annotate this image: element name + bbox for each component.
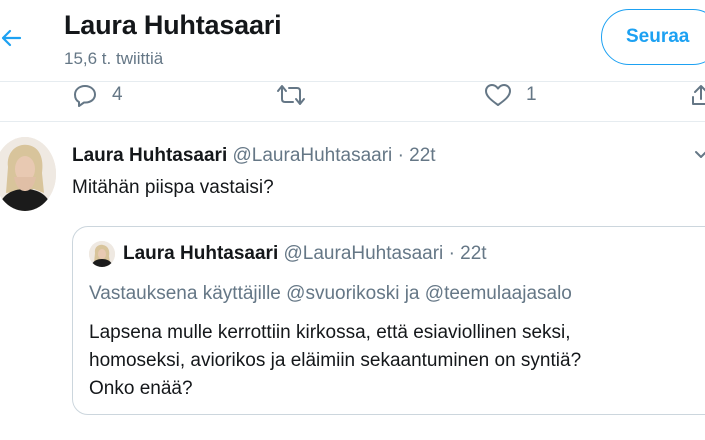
chevron-down-icon — [695, 151, 705, 158]
reply-context: Vastauksena käyttäjille @svuorikoski ja … — [89, 283, 572, 305]
quoted-text-line: Onko enää? — [89, 378, 193, 399]
quoted-tweet-time: 22t — [460, 243, 487, 264]
mention-svuorikoski[interactable]: @svuorikoski — [286, 283, 399, 304]
quoted-text-line: Lapsena mulle kerrottiin kirkossa, että … — [89, 322, 571, 343]
like-count: 1 — [526, 84, 537, 105]
profile-header: Laura Huhtasaari 15,6 t. twiittiä Seuraa — [0, 0, 705, 82]
like-icon — [485, 84, 511, 106]
quoted-avatar — [89, 241, 115, 267]
author-handle[interactable]: @LauraHuhtasaari — [233, 145, 393, 166]
tweet-time[interactable]: 22t — [409, 145, 435, 166]
quoted-tweet-text: Lapsena mulle kerrottiin kirkossa, että … — [89, 319, 689, 403]
tweet-menu-button[interactable] — [694, 147, 705, 165]
profile-title: Laura Huhtasaari — [64, 10, 282, 40]
reply-prefix: Vastauksena käyttäjille — [89, 283, 281, 304]
quoted-tweet[interactable]: Laura Huhtasaari @LauraHuhtasaari · 22t … — [72, 226, 705, 415]
meta-separator: · — [397, 145, 404, 166]
quoted-meta-separator: · — [448, 243, 455, 264]
share-icon — [692, 85, 705, 105]
reply-count: 4 — [112, 84, 123, 105]
tweet-text: Mitähän piispa vastaisi? — [72, 177, 274, 198]
tweet-author-row: Laura Huhtasaari @LauraHuhtasaari · 22t — [72, 145, 436, 167]
quoted-author-handle: @LauraHuhtasaari — [283, 243, 444, 264]
author-name[interactable]: Laura Huhtasaari — [72, 145, 227, 166]
quoted-text-line: homoseksi, aviorikos ja eläimiin sekaant… — [89, 350, 582, 371]
retweet-icon — [277, 85, 305, 105]
reply-button[interactable]: 4 — [72, 82, 123, 108]
reply-icon — [74, 85, 96, 107]
tweet-count: 15,6 t. twiittiä — [64, 49, 164, 68]
follow-button[interactable]: Seuraa — [601, 9, 705, 65]
mention-teemulaajasalo[interactable]: @teemulaajasalo — [425, 283, 572, 304]
quoted-author-row: Laura Huhtasaari @LauraHuhtasaari · 22t — [123, 243, 487, 265]
back-button[interactable] — [0, 22, 24, 54]
tweet-action-bar: 4 1 — [0, 82, 705, 122]
avatar[interactable] — [0, 137, 56, 211]
quoted-author-name: Laura Huhtasaari — [123, 243, 279, 264]
back-arrow-icon — [1, 29, 22, 47]
like-button[interactable]: 1 — [484, 82, 537, 108]
tweet[interactable]: Laura Huhtasaari @LauraHuhtasaari · 22t … — [0, 123, 705, 440]
retweet-button[interactable] — [276, 82, 306, 108]
share-button[interactable] — [690, 82, 705, 108]
reply-joiner: ja — [404, 283, 420, 304]
